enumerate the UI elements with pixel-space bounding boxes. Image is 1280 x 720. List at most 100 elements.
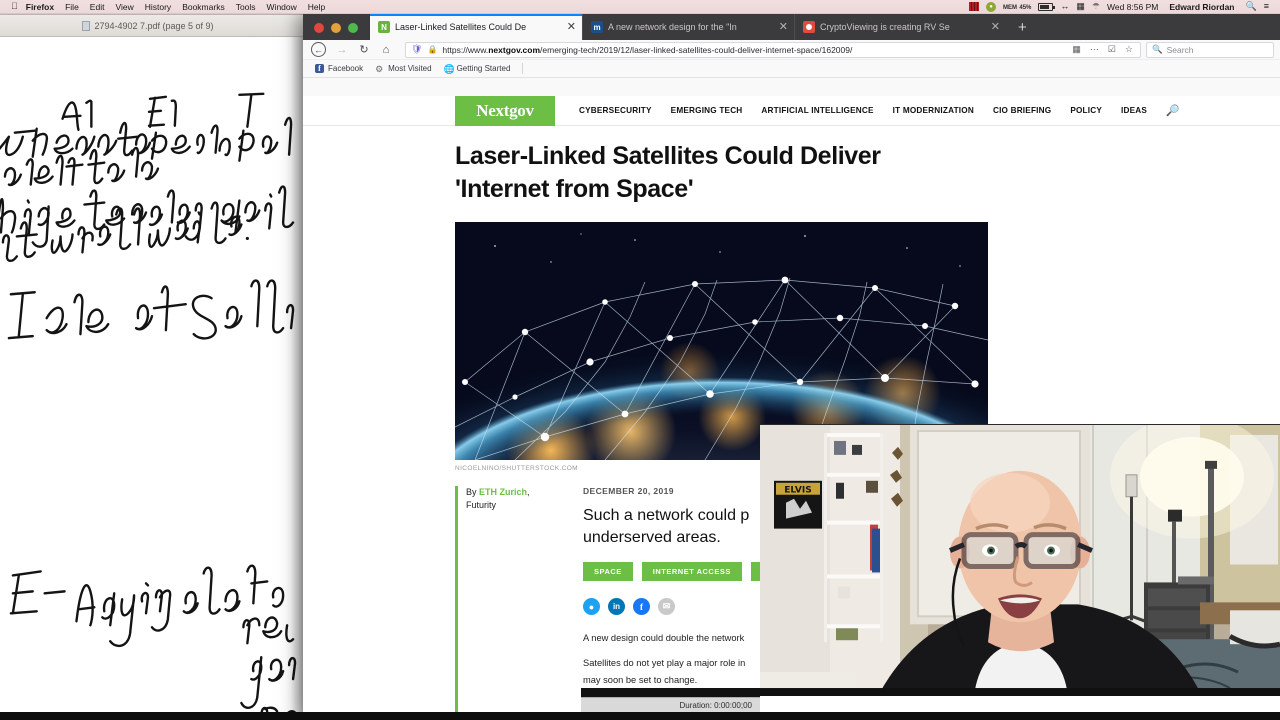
reload-icon[interactable]: ↻ bbox=[353, 43, 375, 56]
browser-tab-2[interactable]: m A new network design for the "In ✕ bbox=[582, 14, 794, 40]
pdf-window-titlebar: 2794-4902 7.pdf (page 5 of 9) bbox=[0, 15, 305, 37]
forward-arrow-icon: → bbox=[336, 43, 348, 56]
nav-item-ideas[interactable]: IDEAS bbox=[1121, 106, 1147, 115]
page-title: Laser-Linked Satellites Could Deliver 'I… bbox=[455, 142, 881, 203]
nav-item-policy[interactable]: POLICY bbox=[1070, 106, 1102, 115]
close-tab-button[interactable]: ✕ bbox=[991, 21, 1000, 33]
bookmark-facebook[interactable]: f Facebook bbox=[315, 64, 363, 73]
search-input[interactable]: 🔍 Search bbox=[1146, 41, 1274, 58]
airplay-icon[interactable]: ▦ bbox=[1076, 2, 1085, 11]
close-tab-button[interactable]: ✕ bbox=[779, 21, 788, 33]
linkedin-share-icon[interactable]: in bbox=[608, 598, 625, 616]
search-placeholder: Search bbox=[1166, 44, 1194, 55]
menu-firefox[interactable]: Firefox bbox=[26, 2, 54, 12]
battery-icon[interactable] bbox=[1038, 2, 1056, 11]
menu-history[interactable]: History bbox=[145, 2, 171, 12]
url-domain: nextgov.com bbox=[488, 44, 541, 55]
memory-usage-indicator[interactable]: MEM 45% bbox=[1003, 2, 1031, 11]
nextgov-logo[interactable]: Nextgov bbox=[455, 96, 555, 126]
search-icon[interactable]: 🔍 bbox=[1166, 104, 1180, 117]
byline: By ETH Zurich, Futurity bbox=[455, 486, 565, 720]
nav-item-emerging-tech[interactable]: EMERGING TECH bbox=[671, 106, 743, 115]
close-window-button[interactable] bbox=[314, 23, 324, 33]
byline-outlet: Futurity bbox=[466, 500, 497, 511]
back-arrow-icon[interactable]: ← bbox=[311, 42, 326, 57]
recorder-black-strip bbox=[581, 688, 760, 697]
bookmark-getting-started[interactable]: 🌐 Getting Started bbox=[443, 64, 511, 74]
pocket-icon[interactable]: ☑ bbox=[1106, 44, 1118, 55]
url-text[interactable]: https://www.nextgov.com/emerging-tech/20… bbox=[442, 45, 1065, 55]
menu-view[interactable]: View bbox=[115, 2, 133, 12]
tracking-protection-shield-icon[interactable]: 🛡 bbox=[411, 44, 422, 55]
bookmark-most-visited[interactable]: ⚙ Most Visited bbox=[375, 64, 432, 74]
url-address-bar[interactable]: 🛡 🔒 https://www.nextgov.com/emerging-tec… bbox=[405, 41, 1141, 58]
bookmark-label: Most Visited bbox=[388, 64, 432, 73]
nextgov-favicon: N bbox=[378, 21, 390, 33]
wifi-icon[interactable]: ☂ bbox=[1092, 2, 1100, 11]
bookmark-label: Getting Started bbox=[456, 64, 511, 73]
apple-icon[interactable]:  bbox=[11, 2, 18, 11]
tab-strip[interactable]: N Laser-Linked Satellites Could De ✕ m A… bbox=[303, 14, 1280, 40]
recording-meter-icon[interactable] bbox=[969, 2, 979, 11]
tag-space[interactable]: SPACE bbox=[583, 562, 633, 582]
reader-view-icon[interactable]: ▦ bbox=[1070, 44, 1083, 55]
menu-help[interactable]: Help bbox=[308, 2, 325, 12]
pdf-page bbox=[0, 37, 305, 719]
paragraph-2-line-2: may soon be set to change. bbox=[583, 674, 698, 685]
facebook-share-icon[interactable]: f bbox=[633, 598, 650, 616]
facebook-icon: f bbox=[315, 64, 324, 73]
most-visited-icon: ⚙ bbox=[375, 64, 384, 74]
menu-bar-user[interactable]: Edward Riordan bbox=[1169, 2, 1234, 12]
twitter-share-icon[interactable]: ● bbox=[583, 598, 600, 616]
pdf-preview-window[interactable]: 2794-4902 7.pdf (page 5 of 9) bbox=[0, 14, 306, 720]
url-path: /emerging-tech/2019/12/laser-linked-sate… bbox=[540, 44, 853, 55]
menu-bar-clock[interactable]: Wed 8:56 PM bbox=[1107, 2, 1158, 12]
byline-author-link[interactable]: ETH Zurich bbox=[479, 487, 527, 497]
menu-edit[interactable]: Edit bbox=[90, 2, 105, 12]
navigation-toolbar[interactable]: ← → ↻ ⌂ 🛡 🔒 https://www.nextgov.com/emer… bbox=[303, 40, 1280, 60]
window-traffic-lights[interactable] bbox=[303, 23, 370, 40]
zoom-window-button[interactable] bbox=[348, 23, 358, 33]
home-icon[interactable]: ⌂ bbox=[375, 44, 397, 56]
getting-started-icon: 🌐 bbox=[443, 64, 455, 74]
menu-window[interactable]: Window bbox=[267, 2, 297, 12]
screen-bottom-letterbox bbox=[0, 712, 1280, 720]
nav-item-cybersecurity[interactable]: CYBERSECURITY bbox=[579, 106, 652, 115]
nav-item-it-modernization[interactable]: IT MODERNIZATION bbox=[893, 106, 974, 115]
browser-tab-1[interactable]: N Laser-Linked Satellites Could De ✕ bbox=[370, 14, 582, 40]
bookmark-label: Facebook bbox=[328, 64, 364, 73]
webcam-overlay[interactable]: ELVIS bbox=[760, 424, 1280, 696]
padlock-icon[interactable]: 🔒 bbox=[427, 45, 437, 54]
dek-line-2: underserved areas. bbox=[583, 528, 721, 546]
macos-menu-bar[interactable]:  Firefox File Edit View History Bookmar… bbox=[0, 0, 1280, 14]
byline-prefix: By bbox=[466, 487, 480, 497]
menu-bookmarks[interactable]: Bookmarks bbox=[182, 2, 225, 12]
nav-item-artificial-intelligence[interactable]: ARTIFICIAL INTELLIGENCE bbox=[761, 106, 873, 115]
menu-tools[interactable]: Tools bbox=[236, 2, 256, 12]
nav-item-cio-briefing[interactable]: CIO BRIEFING bbox=[993, 106, 1051, 115]
displays-icon[interactable]: ↔ bbox=[1060, 2, 1069, 11]
bookmarks-separator bbox=[522, 63, 524, 74]
email-share-icon[interactable]: ✉ bbox=[658, 598, 675, 616]
patreon-favicon bbox=[803, 21, 815, 33]
bookmarks-toolbar[interactable]: f Facebook ⚙ Most Visited 🌐 Getting Star… bbox=[303, 60, 1280, 78]
notification-center-icon[interactable]: ≡ bbox=[1264, 2, 1269, 11]
tag-internet-access[interactable]: INTERNET ACCESS bbox=[641, 562, 742, 582]
memory-monitor-icon[interactable]: ● bbox=[986, 1, 996, 12]
search-icon: 🔍 bbox=[1152, 44, 1163, 54]
close-tab-button[interactable]: ✕ bbox=[567, 21, 576, 33]
url-scheme: https://www. bbox=[442, 44, 489, 55]
handwritten-notes-ink bbox=[0, 92, 299, 719]
pdf-document-icon bbox=[82, 20, 91, 31]
tab-title: CryptoViewing is creating RV Se bbox=[820, 22, 950, 32]
recording-duration: Duration: 0:00:00;00 bbox=[581, 697, 760, 712]
browser-tab-3[interactable]: CryptoViewing is creating RV Se ✕ bbox=[794, 14, 1006, 40]
spotlight-search-icon[interactable]: 🔍 bbox=[1246, 2, 1257, 11]
page-actions-ellipsis-icon[interactable]: ⋯ bbox=[1088, 44, 1101, 55]
memory-value: 45% bbox=[1019, 5, 1032, 11]
minimize-window-button[interactable] bbox=[331, 23, 341, 33]
menu-file[interactable]: File bbox=[65, 2, 79, 12]
bookmark-star-icon[interactable]: ☆ bbox=[1123, 44, 1135, 55]
site-navigation[interactable]: CYBERSECURITY EMERGING TECH ARTIFICIAL I… bbox=[579, 106, 1147, 115]
new-tab-button[interactable]: + bbox=[1006, 20, 1037, 40]
